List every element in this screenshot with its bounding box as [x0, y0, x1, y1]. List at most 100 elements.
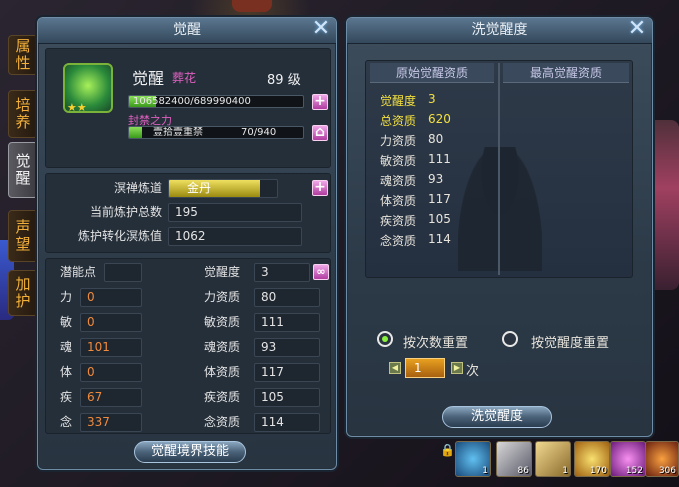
apt-label-spd: 疾资质: [204, 390, 241, 404]
row-spd-value: 105: [428, 212, 451, 226]
refine-label: 溟禅炼道: [113, 181, 162, 195]
awaken-level-value: 3: [254, 263, 310, 282]
potential-label: 潜能点: [60, 265, 97, 279]
apt-label-agi: 敏资质: [204, 315, 241, 329]
wash-panel-title: 洗觉醒度: [347, 18, 652, 44]
close-icon[interactable]: ✕: [310, 18, 332, 41]
apt-label-str: 力资质: [204, 290, 241, 304]
row-str-value: 80: [428, 132, 444, 146]
refine-box: 溟禅炼道 金丹 1100/1300 + 当前炼护总数 195 炼护转化溟炼值 1…: [45, 173, 331, 253]
character-name: 觉醒: [132, 69, 165, 88]
radio-selected-dot: [382, 336, 388, 342]
stat-label-mind: 念: [60, 415, 73, 429]
hotbar-slot-6[interactable]: 306: [645, 441, 679, 477]
tab-attributes[interactable]: 属性: [8, 35, 38, 75]
meditation-silhouette: [458, 147, 542, 271]
upgrade-seal-button[interactable]: ⌂: [312, 125, 328, 141]
stat-value-con: 0: [80, 363, 142, 382]
apt-value-soul: 93: [254, 338, 320, 357]
hotbar-slot-3[interactable]: 1: [535, 441, 571, 477]
radio-by-count-label: 按次数重置: [403, 336, 469, 351]
character-level: 89 级: [267, 69, 301, 88]
stat-label-con: 体: [60, 365, 73, 379]
apt-label-soul: 魂资质: [204, 340, 241, 354]
slot-count: 152: [625, 466, 643, 476]
row-mind-label: 念资质: [380, 234, 417, 248]
character-class: 葬花: [172, 71, 197, 85]
apt-value-agi: 111: [254, 313, 320, 332]
character-info-box: ★★ 觉醒 葬花 89 级 106582400/689990400 + 封禁之力…: [45, 48, 331, 168]
apt-label-con: 体资质: [204, 365, 241, 379]
row-awaken-value: 3: [428, 92, 436, 106]
seal-value: 70/940: [241, 127, 277, 138]
level-unit: 级: [287, 73, 301, 88]
hotbar-slot-1[interactable]: 1: [455, 441, 491, 477]
stat-label-spd: 疾: [60, 390, 73, 404]
stat-label-soul: 魂: [60, 340, 73, 354]
stat-value-spd: 67: [80, 388, 142, 407]
slot-count: 86: [517, 466, 529, 476]
stat-value-mind: 337: [80, 413, 142, 432]
lock-icon[interactable]: 🔒: [440, 443, 455, 473]
row-con-label: 体资质: [380, 194, 417, 208]
tab-cultivate[interactable]: 培养: [8, 90, 38, 138]
protect-total-label: 当前炼护总数: [89, 205, 162, 219]
slot-count: 306: [658, 466, 676, 476]
increase-count-button[interactable]: ▶: [451, 362, 463, 374]
row-str-label: 力资质: [380, 134, 417, 148]
wash-awaken-button[interactable]: 洗觉醒度: [442, 406, 552, 428]
tab-reputation[interactable]: 声望: [8, 210, 38, 262]
awaken-panel: 觉醒 ✕ ★★ 觉醒 葬花 89 级 106582400/689990400 +…: [37, 17, 337, 470]
stat-value-soul: 101: [80, 338, 142, 357]
hotbar-slot-5[interactable]: 152: [610, 441, 646, 477]
close-icon[interactable]: ✕: [626, 18, 648, 41]
character-portrait: ★★: [63, 63, 113, 114]
radio-by-awaken[interactable]: [502, 331, 518, 347]
apt-value-mind: 114: [254, 413, 320, 432]
row-agi-label: 敏资质: [380, 154, 417, 168]
refine-text: 金丹 1100/1300: [187, 181, 212, 195]
original-aptitude-header: 原始觉醒资质: [370, 63, 494, 83]
stats-box: 潜能点 觉醒度 3 ∞ 力 0 敏 0 魂 101 体 0 疾 67 念 337…: [45, 258, 331, 434]
background-character-top: [232, 0, 272, 12]
seal-bar: 壹拾壹重禁 70/940: [128, 126, 304, 139]
radio-by-count[interactable]: [377, 331, 393, 347]
count-unit: 次: [466, 364, 480, 379]
reset-awaken-button[interactable]: ∞: [313, 264, 329, 280]
convert-label: 炼护转化溟炼值: [77, 229, 162, 243]
exp-text: 106582400/689990400: [133, 96, 251, 107]
awaken-level-label: 觉醒度: [204, 265, 241, 279]
decrease-count-button[interactable]: ◀: [389, 362, 401, 374]
apt-value-str: 80: [254, 288, 320, 307]
hotbar-slot-4[interactable]: 170: [574, 441, 610, 477]
tab-protection[interactable]: 加护: [8, 270, 38, 316]
row-total-label: 总资质: [380, 114, 417, 128]
convert-value: 1062: [168, 227, 302, 246]
add-exp-button[interactable]: +: [312, 94, 328, 110]
refine-bar: 金丹 1100/1300: [168, 179, 278, 198]
count-input[interactable]: 1: [405, 358, 445, 378]
awaken-panel-title: 觉醒: [38, 18, 336, 44]
row-agi-value: 111: [428, 152, 451, 166]
max-aptitude-header: 最高觉醒资质: [503, 63, 629, 83]
row-total-value: 620: [428, 112, 451, 126]
radio-by-awaken-label: 按觉醒度重置: [531, 336, 610, 351]
level-value: 89: [267, 73, 284, 88]
apt-label-mind: 念资质: [204, 415, 241, 429]
row-soul-value: 93: [428, 172, 444, 186]
aptitude-compare-box: 原始觉醒资质 最高觉醒资质 觉醒度 3 总资质 620 力资质 80 敏资质 1…: [365, 60, 633, 278]
add-refine-button[interactable]: +: [312, 180, 328, 196]
wash-awaken-panel: 洗觉醒度 ✕ 原始觉醒资质 最高觉醒资质 觉醒度 3 总资质 620 力资质 8…: [346, 17, 653, 437]
row-mind-value: 114: [428, 232, 451, 246]
stat-value-agi: 0: [80, 313, 142, 332]
slot-count: 170: [589, 466, 607, 476]
stat-label-agi: 敏: [60, 315, 73, 329]
row-spd-label: 疾资质: [380, 214, 417, 228]
exp-bar: 106582400/689990400: [128, 95, 304, 108]
row-awaken-label: 觉醒度: [380, 94, 417, 108]
hotbar-slot-2[interactable]: 86: [496, 441, 532, 477]
tab-awaken[interactable]: 觉醒: [8, 142, 38, 198]
protect-total-value: 195: [168, 203, 302, 222]
awaken-skill-button[interactable]: 觉醒境界技能: [134, 441, 246, 463]
stat-label-str: 力: [60, 290, 73, 304]
